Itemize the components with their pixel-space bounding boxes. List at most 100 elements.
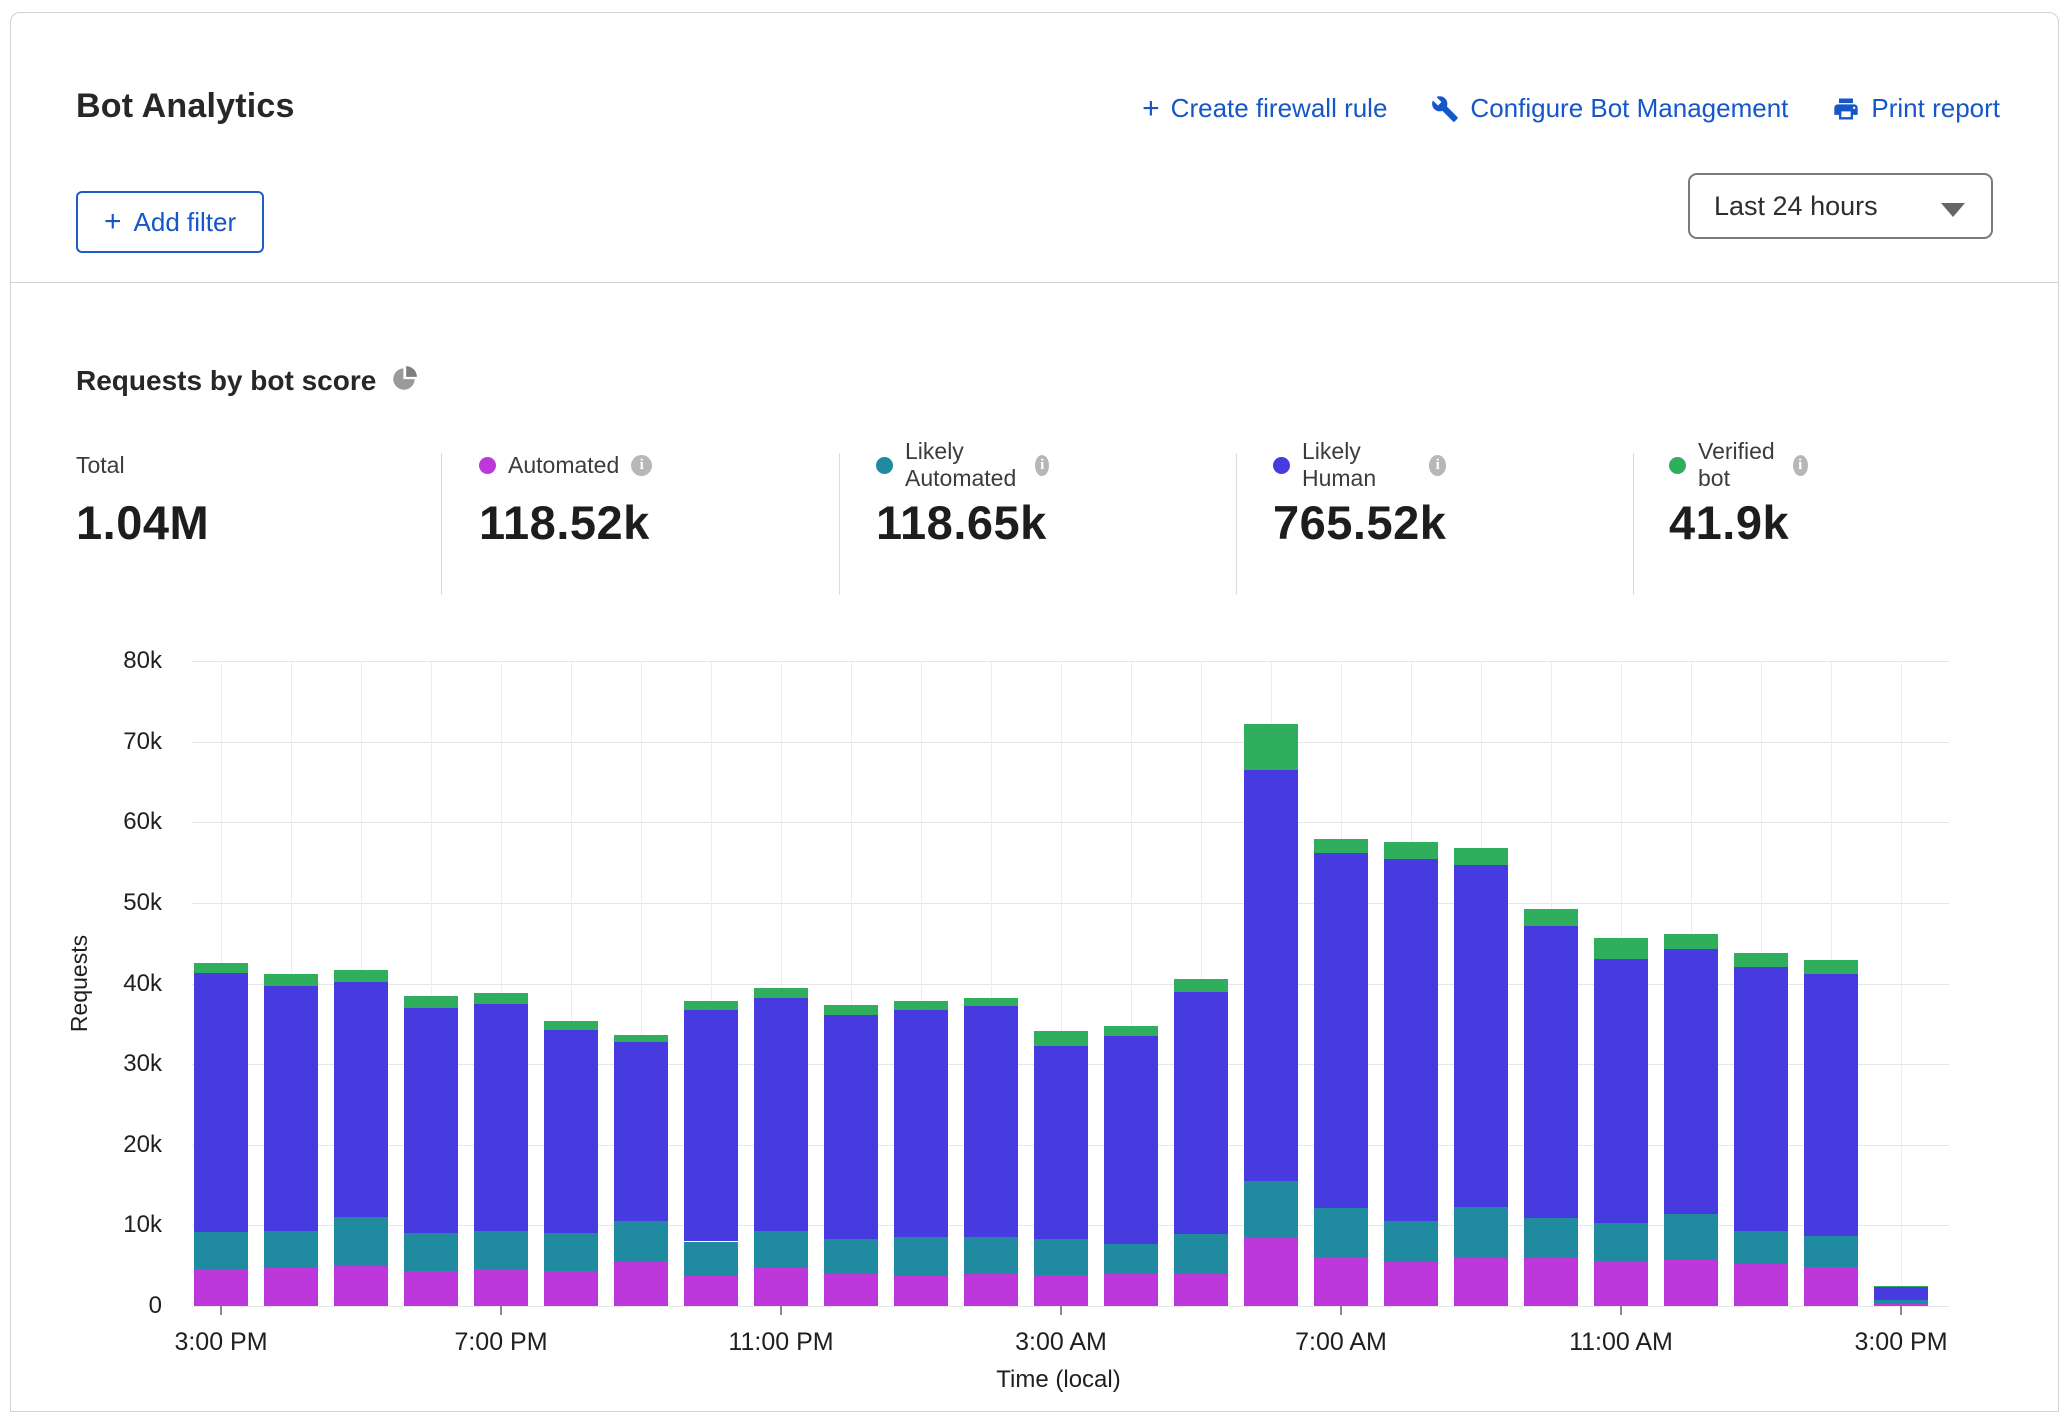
bar-5-00-am-likely-automated[interactable] — [1174, 1234, 1228, 1274]
bar-3-00-am-automated[interactable] — [1034, 1275, 1088, 1306]
bar-9-00-pm-likely-automated[interactable] — [614, 1221, 668, 1263]
bar-12-00-pm-likely-human[interactable] — [1664, 949, 1718, 1214]
bar-6-00-pm-verified-bot[interactable] — [404, 996, 458, 1007]
bar-8-00-am-automated[interactable] — [1384, 1262, 1438, 1306]
bar-6-00-pm-likely-human[interactable] — [404, 1008, 458, 1234]
bar-12-00-pm-likely-automated[interactable] — [1664, 1214, 1718, 1260]
bar-7-00-pm-likely-automated[interactable] — [474, 1231, 528, 1269]
bar-4-00-pm-likely-automated[interactable] — [264, 1231, 318, 1268]
bar-8-00-am-likely-human[interactable] — [1384, 859, 1438, 1220]
bar-2-00-pm-likely-human[interactable] — [1804, 974, 1858, 1236]
bar-8-00-pm-automated[interactable] — [544, 1271, 598, 1306]
bar-3-00-am-likely-human[interactable] — [1034, 1046, 1088, 1239]
bar-1-00-am-automated[interactable] — [894, 1276, 948, 1306]
bar-11-00-pm-verified-bot[interactable] — [754, 988, 808, 998]
bar-6-00-am-verified-bot[interactable] — [1244, 724, 1298, 770]
bar-5-00-pm-likely-automated[interactable] — [334, 1217, 388, 1265]
bar-7-00-am-automated[interactable] — [1314, 1257, 1368, 1306]
bar-1-00-pm-likely-automated[interactable] — [1734, 1231, 1788, 1264]
bar-2-00-pm-likely-automated[interactable] — [1804, 1236, 1858, 1267]
bar-12-00-am-automated[interactable] — [824, 1274, 878, 1306]
bar-3-00-pm-verified-bot[interactable] — [1874, 1286, 1928, 1287]
bar-11-00-am-likely-automated[interactable] — [1594, 1223, 1648, 1261]
bar-7-00-pm-verified-bot[interactable] — [474, 993, 528, 1004]
bar-8-00-pm-likely-human[interactable] — [544, 1030, 598, 1232]
bar-11-00-pm-likely-human[interactable] — [754, 998, 808, 1231]
bar-2-00-am-automated[interactable] — [964, 1274, 1018, 1306]
bar-8-00-am-verified-bot[interactable] — [1384, 842, 1438, 860]
bar-3-00-pm-likely-automated[interactable] — [1874, 1300, 1928, 1303]
bar-9-00-pm-automated[interactable] — [614, 1262, 668, 1306]
bar-4-00-am-likely-automated[interactable] — [1104, 1244, 1158, 1274]
bar-8-00-pm-verified-bot[interactable] — [544, 1021, 598, 1030]
bar-2-00-pm-automated[interactable] — [1804, 1267, 1858, 1306]
bar-7-00-am-verified-bot[interactable] — [1314, 839, 1368, 853]
bar-5-00-pm-verified-bot[interactable] — [334, 970, 388, 982]
bar-2-00-pm-verified-bot[interactable] — [1804, 960, 1858, 974]
bar-1-00-pm-verified-bot[interactable] — [1734, 953, 1788, 968]
bar-7-00-pm-likely-human[interactable] — [474, 1004, 528, 1231]
bar-4-00-pm-automated[interactable] — [264, 1268, 318, 1306]
bar-6-00-pm-automated[interactable] — [404, 1271, 458, 1306]
bar-4-00-am-verified-bot[interactable] — [1104, 1026, 1158, 1036]
bar-10-00-pm-likely-automated[interactable] — [684, 1242, 738, 1277]
bar-11-00-pm-automated[interactable] — [754, 1268, 808, 1306]
bar-3-00-pm-likely-human[interactable] — [194, 973, 248, 1232]
y-axis-tick-label: 70k — [92, 728, 162, 756]
bar-9-00-pm-verified-bot[interactable] — [614, 1035, 668, 1042]
bar-5-00-am-likely-human[interactable] — [1174, 992, 1228, 1235]
bar-7-00-am-likely-human[interactable] — [1314, 853, 1368, 1208]
bar-2-00-am-likely-human[interactable] — [964, 1006, 1018, 1237]
bar-5-00-am-automated[interactable] — [1174, 1274, 1228, 1306]
bar-11-00-am-verified-bot[interactable] — [1594, 938, 1648, 960]
bar-10-00-pm-verified-bot[interactable] — [684, 1001, 738, 1010]
bar-8-00-am-likely-automated[interactable] — [1384, 1221, 1438, 1263]
bar-4-00-pm-likely-human[interactable] — [264, 986, 318, 1231]
bar-1-00-pm-automated[interactable] — [1734, 1264, 1788, 1306]
bar-10-00-am-verified-bot[interactable] — [1524, 909, 1578, 926]
bar-7-00-am-likely-automated[interactable] — [1314, 1208, 1368, 1257]
bar-9-00-am-verified-bot[interactable] — [1454, 848, 1508, 865]
bar-4-00-am-automated[interactable] — [1104, 1274, 1158, 1306]
bar-11-00-am-automated[interactable] — [1594, 1261, 1648, 1306]
bar-1-00-am-verified-bot[interactable] — [894, 1001, 948, 1010]
bar-9-00-am-likely-automated[interactable] — [1454, 1207, 1508, 1258]
bar-10-00-pm-likely-human[interactable] — [684, 1010, 738, 1241]
bar-2-00-am-verified-bot[interactable] — [964, 998, 1018, 1006]
bar-1-00-am-likely-automated[interactable] — [894, 1237, 948, 1276]
bar-6-00-am-likely-human[interactable] — [1244, 770, 1298, 1181]
bar-11-00-am-likely-human[interactable] — [1594, 959, 1648, 1223]
bar-5-00-pm-automated[interactable] — [334, 1266, 388, 1306]
bar-9-00-pm-likely-human[interactable] — [614, 1042, 668, 1220]
bar-2-00-am-likely-automated[interactable] — [964, 1237, 1018, 1273]
bar-8-00-pm-likely-automated[interactable] — [544, 1233, 598, 1271]
bar-12-00-pm-verified-bot[interactable] — [1664, 934, 1718, 949]
bar-5-00-am-verified-bot[interactable] — [1174, 979, 1228, 991]
bar-12-00-am-likely-automated[interactable] — [824, 1239, 878, 1274]
bar-3-00-pm-verified-bot[interactable] — [194, 963, 248, 973]
bar-12-00-am-likely-human[interactable] — [824, 1015, 878, 1239]
bar-1-00-pm-likely-human[interactable] — [1734, 967, 1788, 1231]
bar-9-00-am-likely-human[interactable] — [1454, 865, 1508, 1207]
bar-12-00-am-verified-bot[interactable] — [824, 1005, 878, 1015]
bar-3-00-pm-likely-automated[interactable] — [194, 1232, 248, 1269]
bar-10-00-am-likely-automated[interactable] — [1524, 1218, 1578, 1258]
bar-3-00-am-likely-automated[interactable] — [1034, 1239, 1088, 1274]
bar-9-00-am-automated[interactable] — [1454, 1258, 1508, 1306]
bar-6-00-am-likely-automated[interactable] — [1244, 1181, 1298, 1238]
bar-6-00-pm-likely-automated[interactable] — [404, 1233, 458, 1271]
bar-7-00-pm-automated[interactable] — [474, 1269, 528, 1306]
bar-10-00-pm-automated[interactable] — [684, 1276, 738, 1306]
bar-10-00-am-automated[interactable] — [1524, 1258, 1578, 1306]
bar-10-00-am-likely-human[interactable] — [1524, 926, 1578, 1218]
bar-1-00-am-likely-human[interactable] — [894, 1010, 948, 1237]
bar-12-00-pm-automated[interactable] — [1664, 1260, 1718, 1306]
bar-3-00-am-verified-bot[interactable] — [1034, 1031, 1088, 1046]
bar-5-00-pm-likely-human[interactable] — [334, 982, 388, 1217]
bar-3-00-pm-likely-human[interactable] — [1874, 1287, 1928, 1301]
bar-3-00-pm-automated[interactable] — [194, 1269, 248, 1306]
bar-4-00-am-likely-human[interactable] — [1104, 1036, 1158, 1244]
bar-4-00-pm-verified-bot[interactable] — [264, 974, 318, 986]
bar-6-00-am-automated[interactable] — [1244, 1238, 1298, 1306]
bar-11-00-pm-likely-automated[interactable] — [754, 1231, 808, 1268]
